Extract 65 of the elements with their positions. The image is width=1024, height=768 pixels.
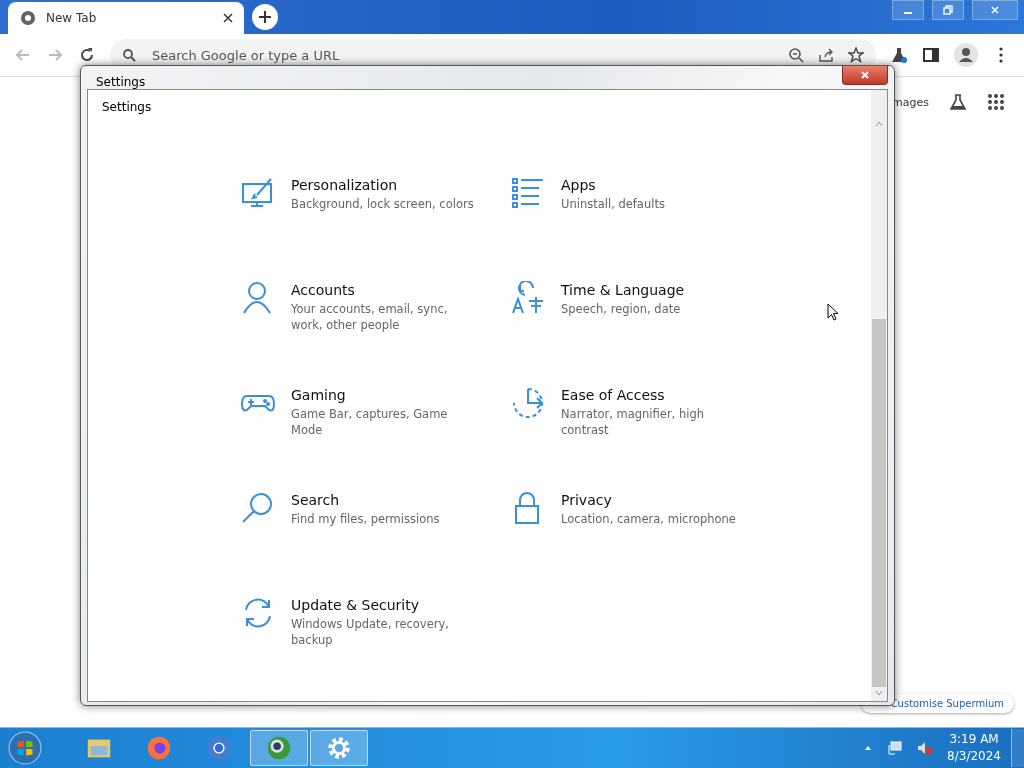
scroll-down-icon[interactable] — [875, 689, 883, 697]
gear-icon — [325, 734, 353, 762]
globe-taskbar-button[interactable] — [250, 730, 308, 766]
apps-grid-icon[interactable] — [987, 93, 1005, 111]
side-panel-icon[interactable] — [922, 46, 940, 64]
flask-icon[interactable] — [890, 46, 908, 64]
clock-time: 3:19 AM — [949, 731, 999, 748]
category-title[interactable]: Gaming — [291, 387, 481, 403]
clock-language-icon[interactable] — [511, 281, 545, 315]
address-input[interactable]: Search Google or type a URL — [150, 46, 454, 64]
start-button[interactable] — [8, 731, 42, 765]
chrome-icon — [205, 734, 233, 762]
tab-title: New Tab — [46, 11, 98, 25]
browser-tab[interactable]: New Tab — [8, 2, 244, 34]
close-icon — [860, 70, 870, 80]
restore-button[interactable] — [932, 0, 964, 20]
share-icon[interactable] — [818, 47, 834, 63]
clock[interactable]: 3:19 AM 8/3/2024 — [947, 731, 1001, 765]
category-description: Narrator, magnifier, high contrast — [561, 406, 705, 438]
category-description: Location, camera, microphone — [561, 511, 737, 527]
category-description: Your accounts, email, sync, work, other people — [291, 301, 449, 333]
flask-icon[interactable] — [949, 93, 967, 111]
category-title[interactable]: Update & Security — [291, 597, 481, 613]
category-title[interactable]: Apps — [561, 177, 751, 193]
category-title[interactable]: Search — [291, 492, 481, 508]
category-title[interactable]: Accounts — [291, 282, 481, 298]
new-tab-icon[interactable] — [252, 4, 278, 30]
muted-speaker-icon[interactable] — [917, 740, 934, 756]
close-icon — [990, 5, 1000, 15]
search-icon — [122, 48, 136, 62]
mouse-cursor-icon — [827, 303, 839, 321]
list-icon[interactable] — [511, 176, 545, 210]
reload-icon[interactable] — [78, 46, 96, 64]
scrollbar[interactable] — [871, 90, 887, 701]
chrome-logo-icon — [20, 10, 36, 26]
zoom-icon[interactable] — [788, 47, 804, 63]
scroll-up-icon[interactable] — [875, 120, 883, 128]
restore-icon — [943, 5, 953, 15]
close-button[interactable] — [842, 66, 888, 85]
window-title: Settings — [96, 75, 146, 89]
close-icon[interactable] — [222, 12, 234, 24]
category-description: Find my files, permissions — [291, 511, 441, 527]
page-heading: Settings — [102, 100, 153, 114]
category-description: Game Bar, captures, Game Mode — [291, 406, 449, 438]
network-icon[interactable] — [887, 740, 904, 756]
category-title[interactable]: Ease of Access — [561, 387, 751, 403]
category-title[interactable]: Personalization — [291, 177, 481, 193]
star-icon[interactable] — [848, 47, 864, 63]
minimize-button[interactable] — [892, 0, 924, 20]
minimize-icon — [903, 12, 913, 14]
category-description: Uninstall, defaults — [561, 196, 666, 212]
paintbrush-monitor-icon[interactable] — [241, 176, 275, 210]
profile-icon[interactable] — [954, 43, 978, 67]
globe-icon — [265, 734, 293, 762]
category-description: Windows Update, recovery, backup — [291, 616, 450, 648]
gear-taskbar-button[interactable] — [310, 730, 368, 766]
category-title[interactable]: Privacy — [561, 492, 751, 508]
category-description: Speech, region, date — [561, 301, 682, 317]
search-icon[interactable] — [241, 491, 275, 525]
clock-date: 8/3/2024 — [947, 748, 1001, 765]
category-title[interactable]: Time & Language — [561, 282, 751, 298]
show-desktop-button[interactable] — [1011, 729, 1024, 767]
firefox-icon — [145, 734, 173, 762]
dial-icon[interactable] — [511, 386, 545, 420]
category-description: Background, lock screen, colors — [291, 196, 475, 212]
